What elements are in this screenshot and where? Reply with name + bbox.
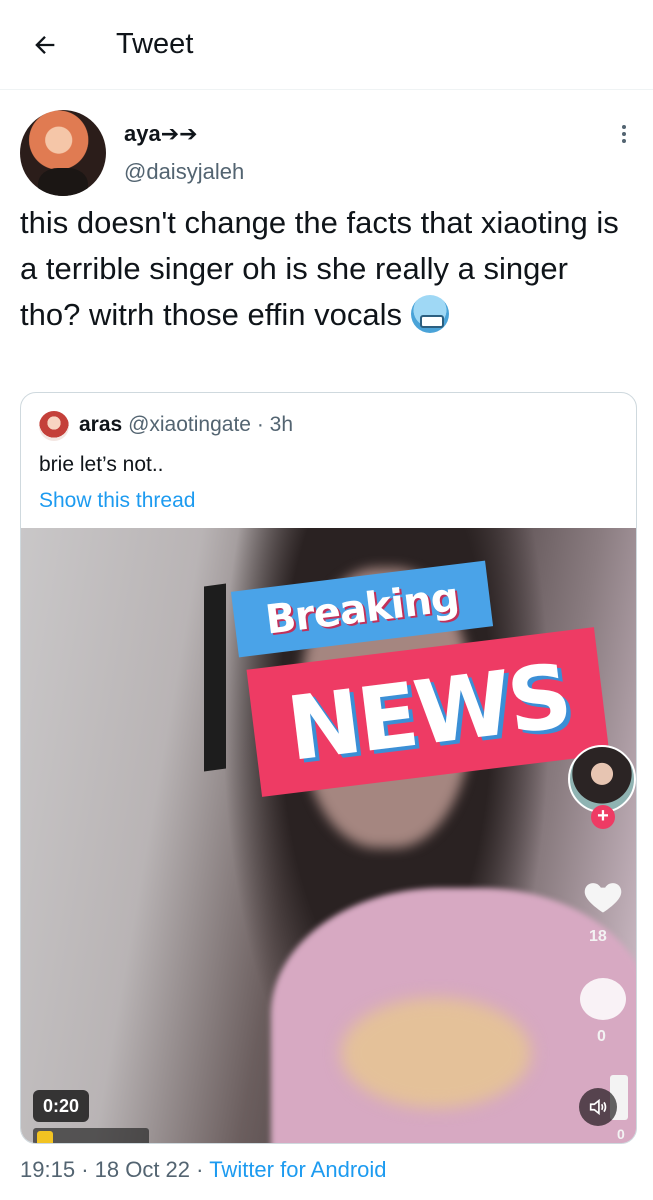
quoted-tweet-time: 3h (269, 413, 294, 436)
quoted-tweet-text: brie let’s not.. (39, 453, 164, 476)
more-dot-icon (622, 132, 626, 136)
cold-face-emoji-icon (410, 295, 449, 333)
banner-shadow (204, 583, 226, 772)
video-duration: 0:20 (33, 1090, 90, 1122)
tweet-time[interactable]: 19:15 (20, 1157, 75, 1182)
meta-separator: · (256, 413, 264, 436)
like-count: 18 (589, 928, 607, 945)
more-dot-icon (622, 125, 626, 129)
tweet-source-link[interactable]: Twitter for Android (209, 1157, 386, 1182)
more-dot-icon (622, 139, 626, 143)
arrow-left-icon (35, 36, 55, 54)
quoted-author-avatar (39, 411, 69, 441)
meta-separator: · (81, 1157, 89, 1182)
tweet-timestamp-row: 19:15 · 18 Oct 22 · Twitter for Android (20, 1157, 387, 1183)
comment-count: 0 (597, 1028, 606, 1045)
speaker-muted-icon (589, 1098, 607, 1116)
tweet-date[interactable]: 18 Oct 22 (95, 1157, 190, 1182)
creator-avatar (568, 745, 636, 813)
more-options-button[interactable] (612, 122, 636, 148)
news-banner-text: NEWS (281, 643, 575, 781)
comment-icon (580, 978, 626, 1020)
mute-toggle-button[interactable] (579, 1088, 617, 1126)
avatar-figure (38, 168, 88, 196)
quoted-author-name: aras (79, 413, 123, 436)
page-title: Tweet (116, 28, 194, 60)
follow-plus-icon: + (591, 805, 615, 829)
tweet-body: this doesn't change the facts that xiaot… (20, 205, 619, 332)
video-player[interactable]: Breaking NEWS + 18 0 0 0:20 (21, 528, 636, 1143)
tweet-text: this doesn't change the facts that xiaot… (20, 200, 630, 338)
author-display-name[interactable]: aya➔➔ (124, 121, 198, 147)
quoted-author-handle: @xiaotingate (128, 413, 251, 436)
video-frame-hands (341, 998, 531, 1108)
back-button[interactable] (28, 28, 62, 62)
breaking-banner-text: Breaking (263, 574, 461, 644)
tiktok-watermark (33, 1128, 149, 1143)
show-thread-link[interactable]: Show this thread (39, 489, 195, 513)
author-handle[interactable]: @daisyjaleh (124, 159, 244, 185)
heart-icon (581, 874, 625, 918)
quoted-tweet-meta: aras @xiaotingate · 3h (79, 413, 293, 437)
top-bar: Tweet (0, 0, 653, 90)
quoted-tweet-card[interactable]: aras @xiaotingate · 3h brie let’s not.. … (20, 392, 637, 1144)
author-avatar[interactable] (20, 110, 106, 196)
share-count: 0 (617, 1126, 625, 1142)
meta-separator: · (196, 1157, 204, 1182)
